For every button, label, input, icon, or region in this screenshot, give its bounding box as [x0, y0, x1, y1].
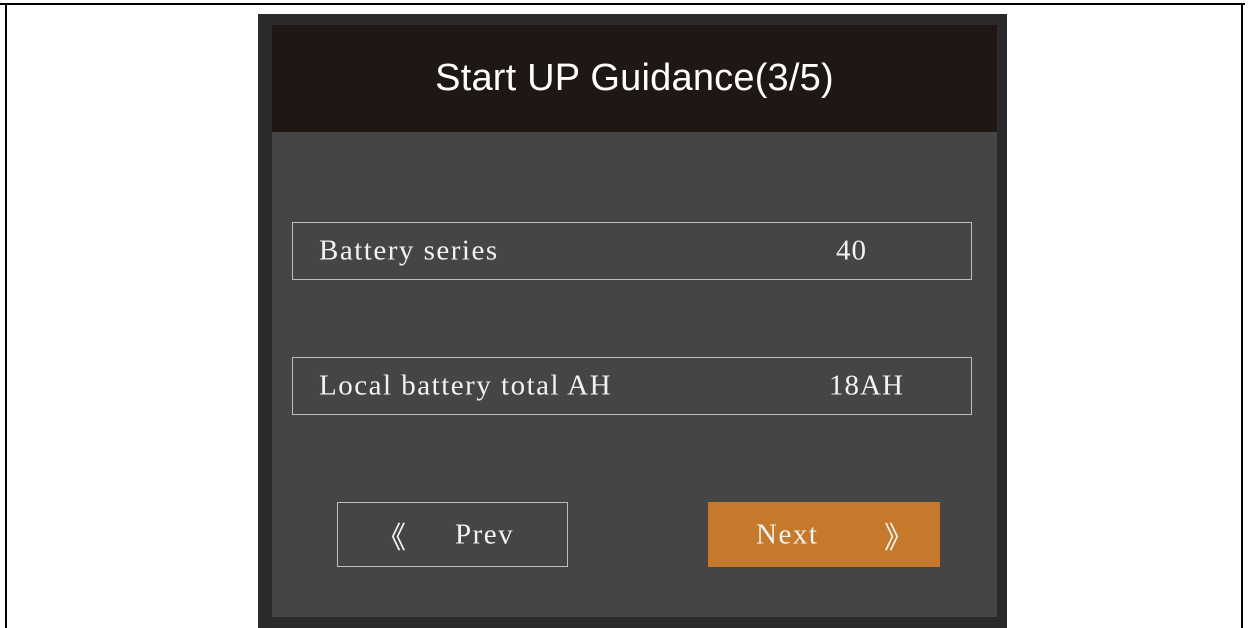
next-button[interactable]: Next 》: [708, 502, 940, 567]
battery-total-ah-value[interactable]: 18AH: [829, 370, 904, 403]
title-bar: Start UP Guidance(3/5): [272, 25, 997, 132]
guidance-screen: Start UP Guidance(3/5) Battery series 40…: [272, 25, 997, 617]
page-border-right: [1241, 3, 1243, 628]
battery-total-ah-field[interactable]: Local battery total AH 18AH: [292, 357, 972, 415]
battery-series-label: Battery series: [319, 234, 499, 267]
battery-series-field[interactable]: Battery series 40: [292, 222, 972, 280]
double-chevron-left-icon: 《: [376, 521, 406, 555]
battery-total-ah-label: Local battery total AH: [319, 369, 613, 402]
page-border-left: [5, 3, 7, 628]
next-button-label: Next: [756, 518, 819, 550]
page-border-top: [0, 3, 1245, 5]
prev-button-label: Prev: [455, 518, 515, 550]
prev-button[interactable]: 《 Prev: [337, 502, 568, 567]
battery-series-value[interactable]: 40: [836, 235, 867, 268]
double-chevron-right-icon: 》: [884, 521, 914, 555]
page-title: Start UP Guidance(3/5): [435, 57, 834, 99]
